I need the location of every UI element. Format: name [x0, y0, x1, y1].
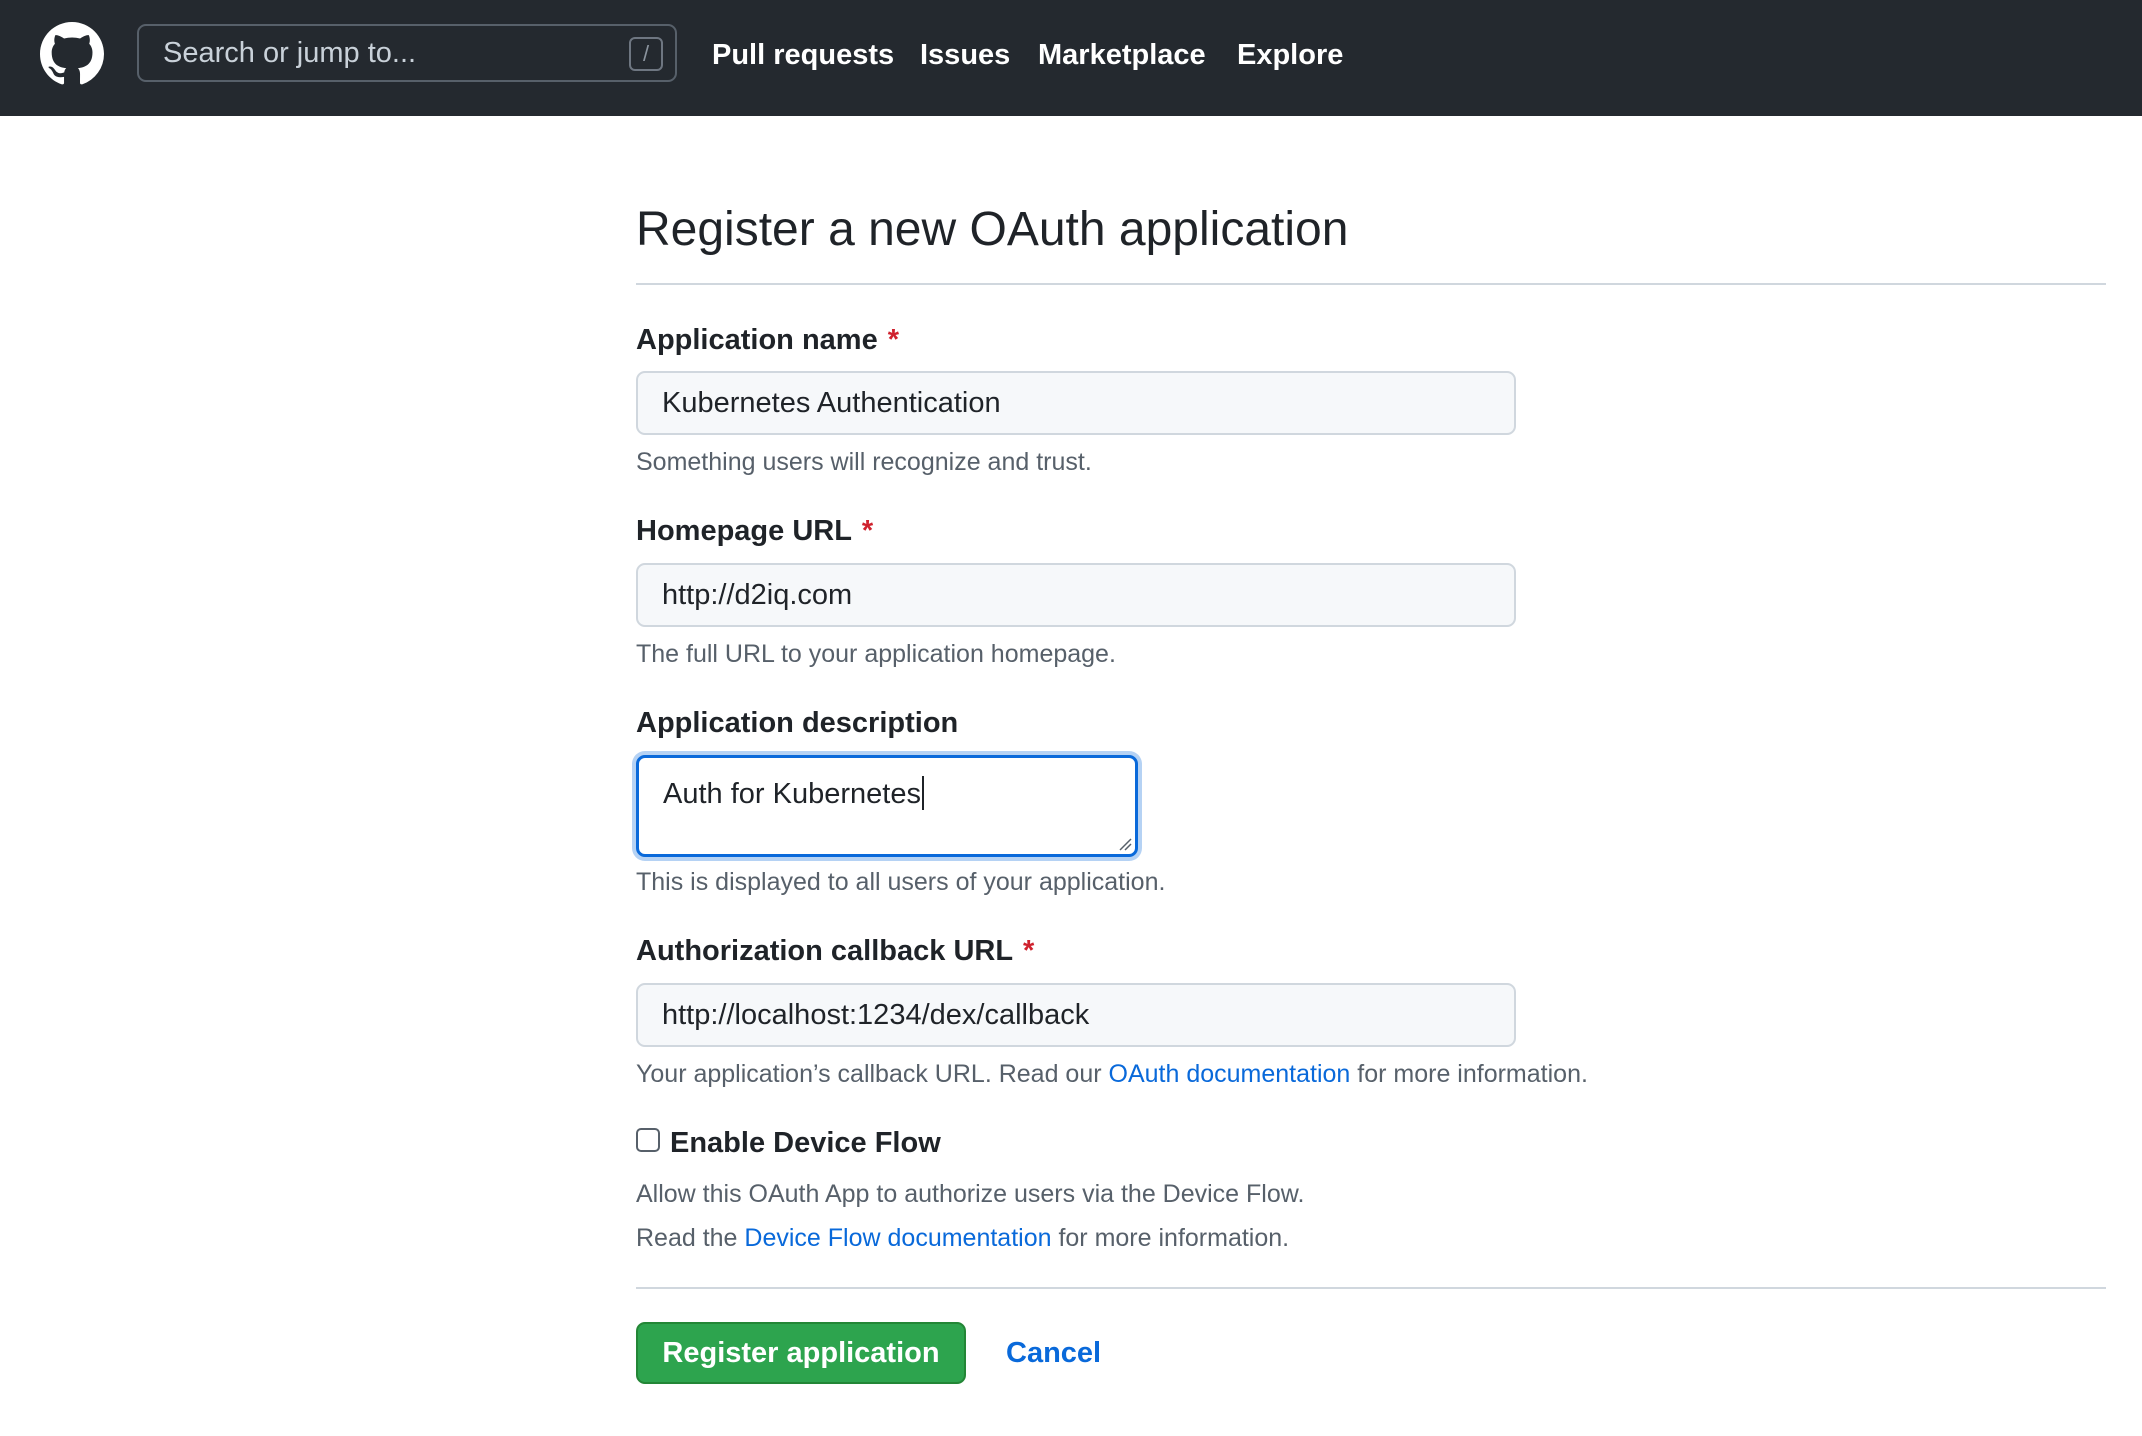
callback-url-label-text: Authorization callback URL [636, 935, 1014, 967]
github-mark-icon[interactable] [40, 22, 104, 86]
device-flow-doc-note: Read the Device Flow documentation for m… [636, 1222, 1289, 1254]
actions-divider [636, 1287, 2106, 1289]
device-flow-documentation-link[interactable]: Device Flow documentation [744, 1224, 1051, 1252]
app-name-input[interactable]: Kubernetes Authentication [636, 371, 1516, 435]
slash-shortcut-badge: / [629, 37, 663, 71]
cancel-link[interactable]: Cancel [1006, 1322, 1101, 1384]
register-application-button[interactable]: Register application [636, 1322, 966, 1384]
resize-grip-icon[interactable] [1118, 837, 1132, 851]
oauth-documentation-link[interactable]: OAuth documentation [1109, 1060, 1351, 1088]
top-header: Search or jump to... / Pull requests Iss… [0, 0, 2142, 116]
enable-device-flow-checkbox[interactable] [636, 1128, 660, 1152]
app-name-label: Application name * [636, 322, 899, 358]
homepage-url-label: Homepage URL * [636, 513, 873, 549]
search-input[interactable]: Search or jump to... / [137, 24, 677, 82]
required-asterisk: * [887, 324, 899, 356]
homepage-url-label-text: Homepage URL [636, 515, 852, 547]
search-placeholder: Search or jump to... [163, 37, 417, 69]
app-description-label-text: Application description [636, 707, 959, 739]
device-flow-doc-tail: for more information. [1051, 1224, 1290, 1252]
callback-url-input[interactable]: http://localhost:1234/dex/callback [636, 983, 1516, 1047]
app-description-value: Auth for Kubernetes [663, 778, 921, 810]
title-divider [636, 283, 2106, 285]
nav-pull-requests[interactable]: Pull requests [712, 0, 894, 110]
page-title: Register a new OAuth application [636, 203, 1349, 256]
callback-note-tail: for more information. [1350, 1060, 1588, 1088]
required-asterisk: * [861, 515, 874, 547]
app-description-note: This is displayed to all users of your a… [636, 868, 1166, 896]
nav-marketplace[interactable]: Marketplace [1038, 0, 1206, 110]
callback-note-text: Your application’s callback URL. Read ou… [636, 1060, 1109, 1088]
nav-issues[interactable]: Issues [920, 0, 1010, 110]
device-flow-doc-text: Read the [636, 1224, 745, 1252]
app-name-note: Something users will recognize and trust… [636, 448, 1092, 476]
enable-device-flow-label[interactable]: Enable Device Flow [670, 1125, 941, 1161]
required-asterisk: * [1023, 935, 1035, 967]
device-flow-note: Allow this OAuth App to authorize users … [636, 1180, 1305, 1208]
app-name-label-text: Application name [636, 324, 878, 356]
app-description-textarea[interactable]: Auth for Kubernetes [636, 755, 1138, 857]
homepage-url-note: The full URL to your application homepag… [636, 640, 1116, 668]
text-caret [921, 776, 924, 810]
nav-explore[interactable]: Explore [1237, 0, 1343, 110]
homepage-url-input[interactable]: http://d2iq.com [636, 563, 1516, 627]
callback-url-note: Your application’s callback URL. Read ou… [636, 1058, 1588, 1090]
callback-url-label: Authorization callback URL * [636, 933, 1034, 969]
app-description-label: Application description [636, 705, 958, 741]
